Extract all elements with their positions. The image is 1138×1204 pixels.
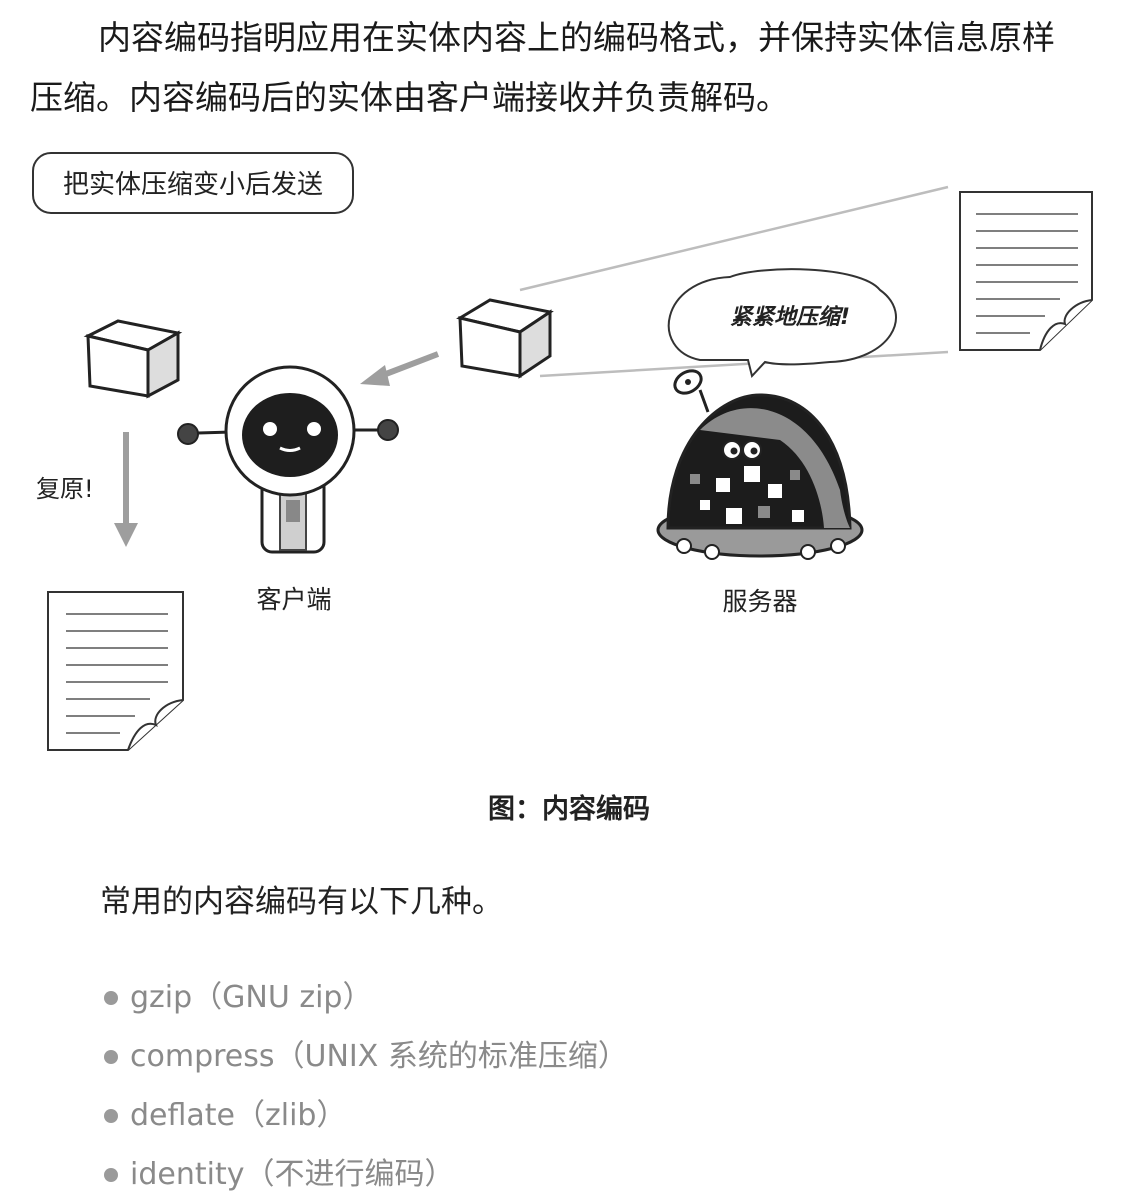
list-item: deflate（zlib） xyxy=(104,1086,628,1145)
intro-paragraph: 内容编码指明应用在实体内容上的编码格式，并保持实体信息原样 压缩。内容编码后的实… xyxy=(30,8,1110,128)
server-label: 服务器 xyxy=(722,587,797,616)
lead-paragraph: 常用的内容编码有以下几种。 xyxy=(100,884,503,920)
bullet-icon xyxy=(104,1167,118,1182)
figure-caption: 图：内容编码 xyxy=(488,794,650,825)
encoding-list: gzip（GNU zip） compress（UNIX 系统的标准压缩） def… xyxy=(104,968,628,1204)
label-box: 把实体压缩变小后发送 xyxy=(32,152,354,214)
document-icon-small xyxy=(47,591,184,751)
client-robot-icon xyxy=(177,365,399,554)
encoding-deflate: deflate（zlib） xyxy=(130,1097,347,1133)
restore-label: 复原! xyxy=(36,475,94,503)
list-item: compress（UNIX 系统的标准压缩） xyxy=(104,1027,628,1086)
compressed-box-icon xyxy=(456,298,554,379)
encoding-gzip: gzip（GNU zip） xyxy=(130,979,373,1015)
speech-bubble-text: 紧紧地压缩! xyxy=(730,304,850,330)
bullet-icon xyxy=(104,990,118,1005)
arrow-down-icon xyxy=(114,432,138,547)
list-item: gzip（GNU zip） xyxy=(104,968,628,1027)
intro-line-1: 内容编码指明应用在实体内容上的编码格式，并保持实体信息原样 xyxy=(98,18,1055,57)
speech-bubble: 紧紧地压缩! xyxy=(667,268,897,379)
encoding-identity: identity（不进行编码） xyxy=(130,1156,455,1192)
arrow-left-icon xyxy=(360,351,440,386)
bullet-icon xyxy=(104,1049,118,1064)
server-robot-icon xyxy=(656,369,864,560)
intro-line-2: 压缩。内容编码后的实体由客户端接收并负责解码。 xyxy=(30,78,789,117)
bullet-icon xyxy=(104,1108,118,1123)
document-icon-large xyxy=(959,191,1093,351)
list-item: identity（不进行编码） xyxy=(104,1145,628,1204)
client-label: 客户端 xyxy=(256,585,331,614)
content-encoding-figure: 把实体压缩变小后发送 紧紧地压缩! 复原! 客户端 服务器 xyxy=(32,152,1093,751)
restored-box-icon xyxy=(83,319,183,399)
label-box-text: 把实体压缩变小后发送 xyxy=(63,170,323,200)
encoding-compress: compress（UNIX 系统的标准压缩） xyxy=(130,1038,628,1074)
